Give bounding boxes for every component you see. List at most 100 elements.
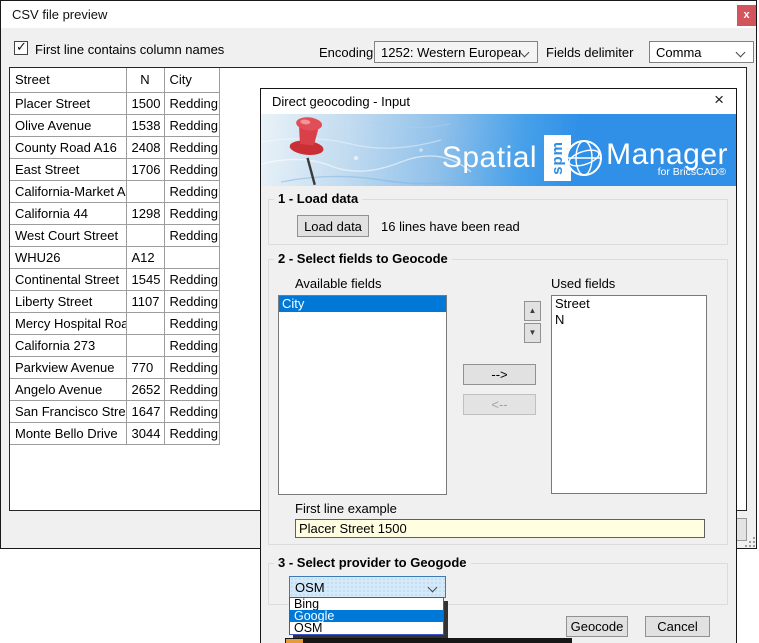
table-cell: Redding [164,180,219,202]
load-data-button[interactable]: Load data [297,215,369,237]
resize-grip-icon[interactable] [753,545,755,547]
table-cell: Redding [164,290,219,312]
table-row[interactable]: San Francisco Street1647Redding [10,400,219,422]
encoding-combobox[interactable]: 1252: Western European (Wir [374,41,538,63]
table-row[interactable]: California 273 Redding [10,334,219,356]
chevron-down-icon [428,583,438,593]
used-fields-list[interactable]: StreetN [551,295,707,494]
table-row[interactable]: Angelo Avenue2652Redding [10,378,219,400]
table-cell: Redding [164,334,219,356]
table-row[interactable]: Mercy Hospital RoadRedding [10,312,219,334]
background-window-strip [285,638,572,643]
table-cell: 1500 [126,92,164,114]
first-line-checkbox-label: First line contains column names [35,42,224,57]
table-cell: A12 [126,246,164,268]
table-cell: Redding [164,158,219,180]
fields-delimiter-label: Fields delimiter [546,45,633,60]
table-cell: Redding [164,136,219,158]
brand-lockup: Spatial spm Manager for BricsCAD® [442,135,728,181]
encoding-label: Encoding [319,45,373,60]
csv-preview-table: Street N City Placer Street1500ReddingOl… [10,68,220,445]
table-row[interactable]: West Court StreetRedding [10,224,219,246]
table-cell [126,312,164,334]
table-cell: California-Market Alley [10,180,126,202]
table-cell [126,180,164,202]
table-row[interactable]: Monte Bello Drive3044Redding [10,422,219,444]
table-cell: East Street [10,158,126,180]
table-row[interactable]: County Road A162408Redding [10,136,219,158]
table-cell: San Francisco Street [10,400,126,422]
encoding-value: 1252: Western European (Wir [381,45,521,60]
table-row[interactable]: Olive Avenue1538Redding [10,114,219,136]
list-item[interactable]: Street [552,296,706,312]
table-cell: Redding [164,400,219,422]
list-item[interactable]: City [279,296,446,312]
select-provider-group-title: 3 - Select provider to Geogode [274,555,471,570]
csv-table-body: Placer Street1500ReddingOlive Avenue1538… [10,92,219,444]
available-fields-list[interactable]: City [278,295,447,495]
brand-spatial-text: Spatial [442,141,537,175]
geocode-button[interactable]: Geocode [566,616,628,637]
table-cell [126,224,164,246]
fields-delimiter-combobox[interactable]: Comma [649,41,754,63]
up-arrow-icon: ▲ [529,307,537,315]
table-cell: 770 [126,356,164,378]
table-row[interactable]: California-Market Alley Redding [10,180,219,202]
table-cell [164,246,219,268]
column-header-n[interactable]: N [126,68,164,92]
table-row[interactable]: East Street1706Redding [10,158,219,180]
table-cell: Angelo Avenue [10,378,126,400]
table-cell: 2652 [126,378,164,400]
table-row[interactable]: WHU26A12 [10,246,219,268]
provider-dropdown-list[interactable]: BingGoogleOSM [289,597,444,635]
table-cell: California 273 [10,334,126,356]
globe-icon [564,138,604,178]
table-cell: County Road A16 [10,136,126,158]
dropdown-option[interactable]: Bing [290,598,443,610]
move-down-button[interactable]: ▼ [524,323,541,343]
first-line-example-field[interactable]: Placer Street 1500 [295,519,705,538]
pushpin-icon [269,114,349,186]
geocoding-title-bar[interactable]: Direct geocoding - Input [261,89,736,114]
csv-toolbar: ✓ First line contains column names Encod… [1,28,756,67]
table-cell: 1298 [126,202,164,224]
column-header-city[interactable]: City [164,68,219,92]
csv-close-button[interactable]: x [737,5,756,26]
table-cell: Redding [164,92,219,114]
geocoding-window: Direct geocoding - Input × [260,88,737,643]
move-up-button[interactable]: ▲ [524,301,541,321]
table-cell: Redding [164,224,219,246]
brand-manager-block: Manager for BricsCAD® [606,138,728,178]
dropdown-option[interactable]: OSM [290,622,443,634]
close-icon[interactable]: × [714,90,724,110]
load-data-group-title: 1 - Load data [274,191,362,206]
table-cell: Olive Avenue [10,114,126,136]
table-row[interactable]: California 441298Redding [10,202,219,224]
table-cell: Redding [164,422,219,444]
table-cell: Mercy Hospital Road [10,312,126,334]
csv-title-bar[interactable]: CSV file preview [1,1,756,28]
move-left-button-disabled[interactable]: <-- [463,394,536,415]
table-row[interactable]: Placer Street1500Redding [10,92,219,114]
table-cell: Redding [164,114,219,136]
cancel-button[interactable]: Cancel [645,616,710,637]
table-cell: California 44 [10,202,126,224]
table-row[interactable]: Parkview Avenue770Redding [10,356,219,378]
table-cell: Liberty Street [10,290,126,312]
brand-subtitle: for BricsCAD® [658,166,728,178]
column-header-street[interactable]: Street [10,68,126,92]
dropdown-option[interactable]: Google [290,610,443,622]
table-cell: Redding [164,356,219,378]
first-line-checkbox[interactable]: ✓ [14,41,28,55]
table-cell: 3044 [126,422,164,444]
down-arrow-icon: ▼ [529,329,537,337]
table-row[interactable]: Liberty Street1107Redding [10,290,219,312]
available-fields-label: Available fields [295,276,381,291]
table-row[interactable]: Continental Street1545Redding [10,268,219,290]
move-right-button[interactable]: --> [463,364,536,385]
first-line-example-label: First line example [295,501,397,516]
provider-combobox[interactable]: OSM [289,576,446,598]
list-item[interactable]: N [552,312,706,328]
table-cell: 1545 [126,268,164,290]
chevron-down-icon [520,48,530,58]
